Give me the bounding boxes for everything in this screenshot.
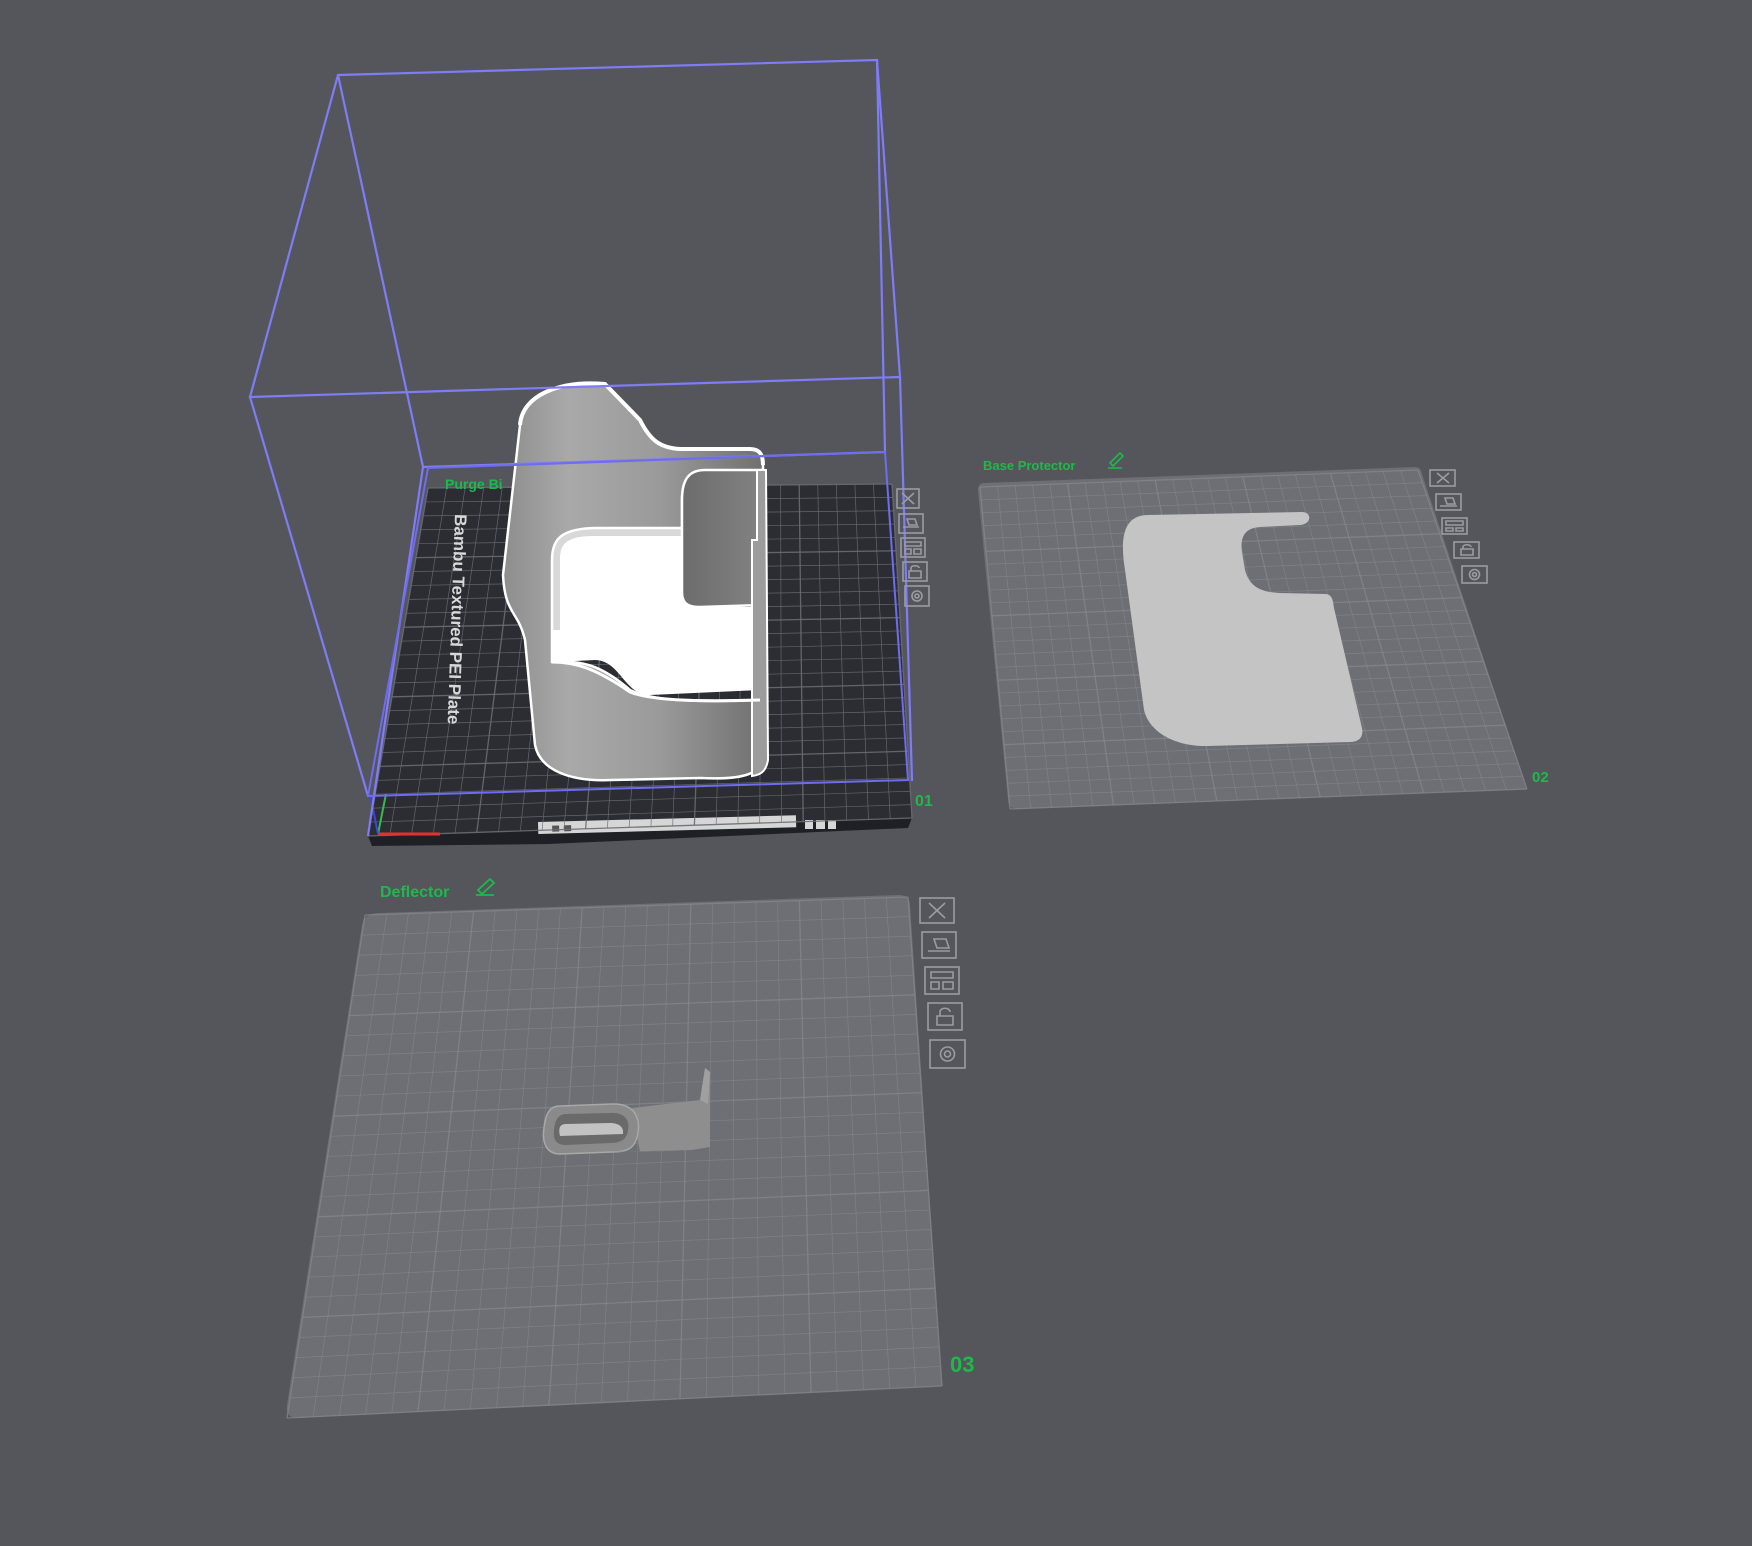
plate-03-orient-button[interactable] [921,931,957,959]
plate-03-toolbar [919,897,966,1069]
3d-viewport[interactable]: Bambu Textured PEI Plate Purge Bi 01 Bas… [0,0,1752,1546]
plate-03[interactable]: Deflector 03 [286,877,975,1419]
plate-01-delete-button[interactable] [896,488,920,509]
close-icon [928,902,946,919]
plate-02-lock-button[interactable] [1453,541,1480,559]
plate-02-arrange-button[interactable] [1441,517,1468,535]
arrange-icon [1445,520,1464,532]
plate-03-delete-button[interactable] [919,897,955,924]
plate-03-lock-button[interactable] [927,1002,963,1031]
lock-icon [936,1007,954,1026]
settings-icon [939,1046,956,1062]
plate-03-name[interactable]: Deflector [380,884,449,901]
plate-01-number: 01 [915,793,933,810]
plate-03-arrange-button[interactable] [924,966,960,995]
close-icon [1436,472,1450,484]
lock-icon [908,564,922,579]
plate-01-orient-button[interactable] [898,513,924,534]
arrange-icon [904,541,922,555]
plate-02-delete-button[interactable] [1429,469,1456,487]
arrange-icon [930,971,954,990]
plate-02-orient-button[interactable] [1435,493,1462,511]
plate-01-toolbar [896,488,930,607]
plate-01[interactable]: Bambu Textured PEI Plate Purge Bi 01 [248,58,933,846]
plate-01-settings-button[interactable] [904,585,930,607]
plate-01-name[interactable]: Purge Bi [445,476,503,492]
model-purge-bin[interactable] [501,381,770,782]
plate-03-edit-icon[interactable] [476,877,496,896]
plate-02-number: 02 [1532,769,1549,786]
settings-icon [1468,568,1481,581]
orient-icon [1440,497,1457,507]
orient-icon [928,938,951,952]
plate-02-edit-icon[interactable] [1108,451,1125,469]
plate-02-name[interactable]: Base Protector [983,458,1075,473]
plate-03-settings-button[interactable] [929,1039,966,1069]
plate-02[interactable]: Base Protector 02 [978,451,1549,810]
plate-02-settings-button[interactable] [1461,565,1488,584]
lock-icon [1460,543,1474,556]
plate-03-number: 03 [950,1352,974,1377]
settings-icon [911,590,923,602]
plate-03-bed[interactable] [286,895,942,1418]
